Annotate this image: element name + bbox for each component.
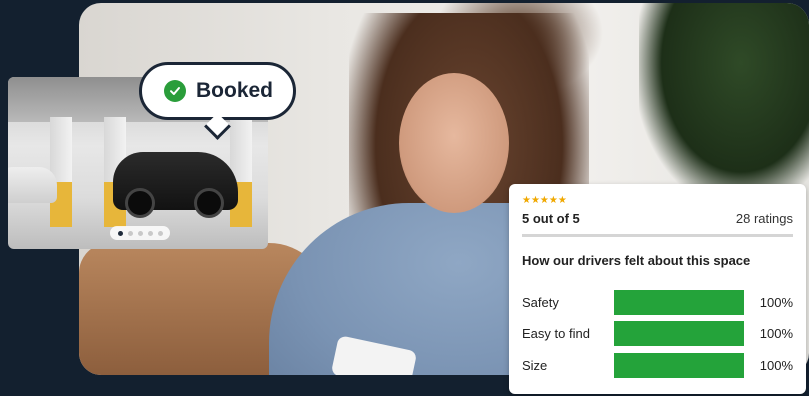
- ratings-heading: How our drivers felt about this space: [522, 253, 751, 268]
- ratings-card: ★★★★★ 5 out of 5 28 ratings How our driv…: [509, 184, 806, 394]
- booked-label: Booked: [196, 79, 274, 102]
- metric-percent: 100%: [759, 295, 793, 310]
- metric-easy-to-find: Easy to find 100%: [522, 321, 793, 346]
- pillar-image: [230, 117, 252, 227]
- metric-bar-fill: [614, 321, 744, 346]
- metric-label: Easy to find: [522, 326, 590, 341]
- carousel-dot[interactable]: [147, 230, 153, 236]
- metric-label: Safety: [522, 295, 559, 310]
- carousel-dot[interactable]: [127, 230, 133, 236]
- booked-badge: Booked: [139, 62, 296, 140]
- plant-image: [639, 3, 809, 203]
- score-row: 5 out of 5 28 ratings: [522, 211, 793, 237]
- metric-bar-fill: [614, 353, 744, 378]
- person-face-image: [399, 73, 509, 213]
- metric-bar-track: [614, 290, 744, 315]
- metric-bar-track: [614, 321, 744, 346]
- metric-safety: Safety 100%: [522, 290, 793, 315]
- pillar-image: [50, 117, 72, 227]
- white-car-image: [8, 167, 57, 203]
- carousel-dot[interactable]: [157, 230, 163, 236]
- black-car-image: [113, 152, 238, 218]
- rating-count: 28 ratings: [735, 211, 793, 226]
- check-circle-icon: [164, 80, 186, 102]
- carousel-dots: [110, 226, 170, 240]
- metric-bar-fill: [614, 290, 744, 315]
- rating-score: 5 out of 5: [522, 211, 580, 226]
- carousel-dot[interactable]: [117, 230, 123, 236]
- carousel-dot[interactable]: [137, 230, 143, 236]
- star-rating-icon: ★★★★★: [522, 195, 567, 206]
- metric-bar-track: [614, 353, 744, 378]
- metric-percent: 100%: [759, 358, 793, 373]
- metric-percent: 100%: [759, 326, 793, 341]
- metric-size: Size 100%: [522, 353, 793, 378]
- metric-label: Size: [522, 358, 548, 373]
